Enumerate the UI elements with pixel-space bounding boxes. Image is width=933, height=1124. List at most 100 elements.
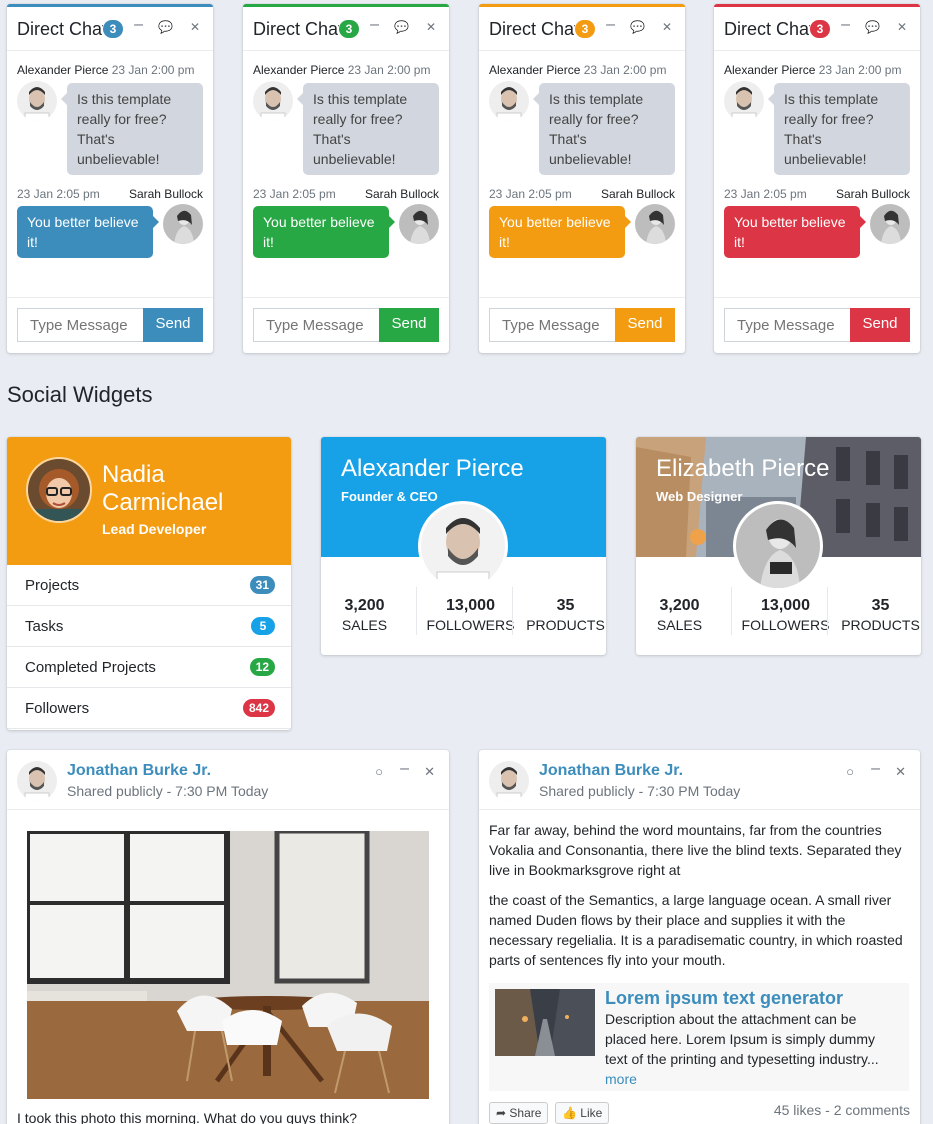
message-input[interactable]	[17, 308, 143, 342]
message-sender: Sarah Bullock	[835, 187, 910, 201]
message-time: 23 Jan 2:05 pm	[253, 187, 336, 201]
stat-sales: 3,200 SALES	[656, 597, 703, 633]
widget-user-desc: Founder & CEO	[341, 489, 438, 504]
stat-products: 35 PRODUCTS	[841, 597, 920, 633]
chat-header: Direct Chat 3 – 💬 ✕	[7, 7, 213, 51]
avatar	[17, 81, 57, 121]
message-meta: Alexander Pierce 23 Jan 2:00 pm	[253, 63, 431, 77]
comments-icon[interactable]: 💬	[158, 20, 173, 34]
chat-footer: Send	[7, 297, 213, 353]
minimize-icon[interactable]: –	[134, 16, 143, 34]
chat-title: Direct Chat	[253, 19, 339, 39]
list-item[interactable]: Completed Projects 12	[7, 647, 291, 688]
mark-read-icon[interactable]: ○	[375, 764, 383, 779]
close-icon[interactable]: ✕	[895, 764, 906, 780]
close-icon[interactable]: ✕	[190, 20, 200, 34]
new-messages-badge: 3	[103, 20, 123, 38]
post-subtitle: Shared publicly - 7:30 PM Today	[539, 783, 741, 799]
list-item[interactable]: Followers 842	[7, 688, 291, 729]
user-widget-elizabeth: Elizabeth Pierce Web Designer 3,200 SALE…	[636, 437, 921, 655]
count-badge: 31	[249, 576, 275, 594]
stat-products: 35 PRODUCTS	[526, 597, 605, 633]
message-input[interactable]	[724, 308, 850, 342]
attachment-title[interactable]: Lorem ipsum text generator	[605, 988, 843, 1009]
message-bubble: You better believe it!	[253, 206, 395, 258]
minimize-icon[interactable]: –	[871, 760, 880, 778]
minimize-icon[interactable]: –	[606, 16, 615, 34]
message-bubble: You better believe it!	[17, 206, 159, 258]
post-card-link: Jonathan Burke Jr. Shared publicly - 7:3…	[479, 750, 920, 1124]
avatar	[26, 457, 92, 523]
message-meta: Alexander Pierce 23 Jan 2:00 pm	[489, 63, 667, 77]
close-icon[interactable]: ✕	[424, 764, 435, 780]
comments-icon[interactable]: 💬	[394, 20, 409, 34]
post-paragraph: the coast of the Semantics, a large lang…	[489, 892, 903, 968]
stat-sales: 3,200 SALES	[341, 597, 388, 633]
divider	[416, 587, 417, 635]
avatar	[489, 761, 529, 801]
widget-stats: 3,200 SALES 13,000 FOLLOWERS 35 PRODUCTS	[321, 587, 606, 647]
like-button[interactable]: 👍 Like	[555, 1102, 610, 1124]
share-button[interactable]: ➦ Share	[489, 1102, 549, 1124]
chat-title: Direct Chat	[17, 19, 103, 39]
minimize-icon[interactable]: –	[400, 760, 409, 778]
divider	[827, 587, 828, 635]
chat-title: Direct Chat	[489, 19, 575, 39]
avatar	[418, 501, 508, 591]
more-link[interactable]: more	[605, 1071, 637, 1087]
section-title: Social Widgets	[7, 382, 153, 407]
mark-read-icon[interactable]: ○	[846, 764, 854, 779]
stat-followers: 13,000 FOLLOWERS	[741, 597, 830, 633]
message-bubble: You better believe it!	[724, 206, 866, 258]
close-icon[interactable]: ✕	[662, 20, 672, 34]
comments-icon[interactable]: 💬	[865, 20, 880, 34]
send-button[interactable]: Send	[143, 308, 203, 342]
message-bubble: You better believe it!	[489, 206, 631, 258]
post-subtitle: Shared publicly - 7:30 PM Today	[67, 783, 269, 799]
count-badge: 12	[249, 658, 275, 676]
close-icon[interactable]: ✕	[426, 20, 436, 34]
minimize-icon[interactable]: –	[841, 16, 850, 34]
attachment-block[interactable]: Lorem ipsum text generator Description a…	[489, 983, 909, 1091]
new-messages-badge: 3	[810, 20, 830, 38]
post-stats: 45 likes - 2 comments	[773, 1102, 910, 1118]
list-item[interactable]: Projects 31	[7, 565, 291, 606]
widget-header: Nadia Carmichael Lead Developer	[7, 437, 291, 565]
message-bubble: Is this template really for free? That's…	[297, 83, 439, 175]
post-username[interactable]: Jonathan Burke Jr.	[67, 762, 211, 780]
avatar	[253, 81, 293, 121]
direct-chat-card: Direct Chat 3 – 💬 ✕ Alexander Pierce 23 …	[479, 4, 685, 353]
widget-stats: 3,200 SALES 13,000 FOLLOWERS 35 PRODUCTS	[636, 587, 921, 647]
count-badge: 5	[251, 617, 275, 635]
message-sender: Sarah Bullock	[128, 187, 203, 201]
avatar	[399, 204, 439, 244]
message-bubble: Is this template really for free? That's…	[533, 83, 675, 175]
chat-header: Direct Chat 3 – 💬 ✕	[479, 7, 685, 51]
post-username[interactable]: Jonathan Burke Jr.	[539, 762, 683, 780]
chat-footer: Send	[714, 297, 920, 353]
message-input[interactable]	[489, 308, 615, 342]
user-widget-list: Nadia Carmichael Lead Developer Projects…	[7, 437, 291, 730]
message-bubble: Is this template really for free? That's…	[61, 83, 203, 175]
avatar	[163, 204, 203, 244]
close-icon[interactable]: ✕	[897, 20, 907, 34]
widget-user-name: Alexander Pierce	[341, 455, 524, 482]
chat-title: Direct Chat	[724, 19, 810, 39]
list-item-label: Tasks	[25, 618, 64, 635]
list-item[interactable]: Tasks 5	[7, 606, 291, 647]
widget-user-desc: Web Designer	[656, 489, 743, 504]
share-icon: ➦	[496, 1106, 507, 1120]
attachment-image	[495, 989, 595, 1056]
send-button[interactable]: Send	[850, 308, 910, 342]
send-button[interactable]: Send	[615, 308, 675, 342]
avatar	[870, 204, 910, 244]
minimize-icon[interactable]: –	[370, 16, 379, 34]
direct-chat-card: Direct Chat 3 – 💬 ✕ Alexander Pierce 23 …	[243, 4, 449, 353]
user-widget-alexander: Alexander Pierce Founder & CEO 3,200 SAL…	[321, 437, 606, 655]
comments-icon[interactable]: 💬	[630, 20, 645, 34]
send-button[interactable]: Send	[379, 308, 439, 342]
widget-user-name: Elizabeth Pierce	[656, 455, 830, 482]
list-item-label: Projects	[25, 577, 80, 594]
list-item-label: Followers	[25, 700, 90, 717]
message-input[interactable]	[253, 308, 379, 342]
